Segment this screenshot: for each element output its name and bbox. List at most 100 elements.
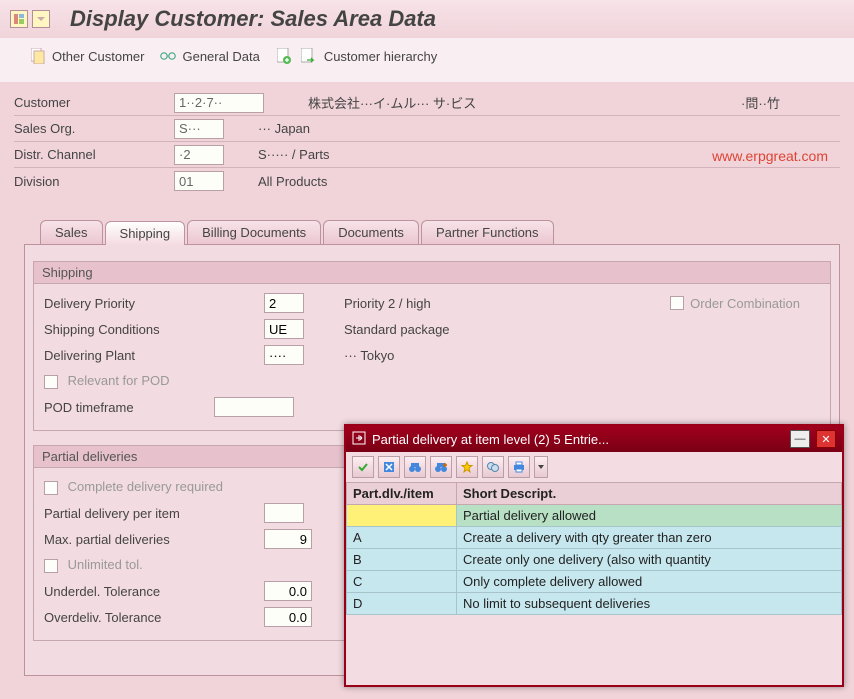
division-desc: All Products — [258, 174, 327, 189]
order-combination-checkbox[interactable]: Order Combination — [670, 296, 800, 311]
shipping-groupbox: Shipping Delivery Priority Priority 2 / … — [33, 261, 831, 431]
tab-shipping[interactable]: Shipping — [105, 221, 186, 245]
popup-row[interactable]: D No limit to subsequent deliveries — [347, 593, 842, 615]
checkbox-icon — [44, 481, 58, 495]
popup-toolbar — [346, 452, 842, 482]
sales-org-field[interactable] — [174, 119, 224, 139]
customer-hierarchy-group: Customer hierarchy — [276, 48, 437, 64]
popup-row[interactable]: C Only complete delivery allowed — [347, 571, 842, 593]
delivering-plant-field[interactable] — [264, 345, 304, 365]
print-icon[interactable] — [508, 456, 530, 478]
customer-desc2: ·問··竹 — [741, 93, 780, 112]
popup-row[interactable]: A Create a delivery with qty greater tha… — [347, 527, 842, 549]
checkbox-icon — [44, 375, 58, 389]
transaction-icon[interactable] — [10, 10, 28, 28]
dropdown-icon[interactable] — [32, 10, 50, 28]
general-data-button[interactable]: General Data — [160, 48, 259, 64]
toolbar: Other Customer General Data Customer hie… — [0, 38, 854, 82]
popup-title: Partial delivery at item level (2) 5 Ent… — [372, 432, 784, 447]
popup-cell-code — [347, 505, 457, 527]
partial-per-item-label: Partial delivery per item — [44, 506, 264, 521]
tab-partner[interactable]: Partner Functions — [421, 220, 554, 244]
popup-col-desc[interactable]: Short Descript. — [457, 483, 842, 505]
sales-org-desc: ··· Japan — [258, 121, 310, 136]
delivery-priority-field[interactable] — [264, 293, 304, 313]
cancel-icon[interactable] — [378, 456, 400, 478]
underdel-field[interactable] — [264, 581, 312, 601]
accept-icon[interactable] — [352, 456, 374, 478]
pod-timeframe-field[interactable] — [214, 397, 294, 417]
customer-label: Customer — [14, 95, 174, 110]
unlimited-tol-checkbox[interactable]: Unlimited tol. — [44, 557, 264, 573]
popup-row[interactable]: B Create only one delivery (also with qu… — [347, 549, 842, 571]
division-label: Division — [14, 174, 174, 189]
overdel-field[interactable] — [264, 607, 312, 627]
complete-delivery-label: Complete delivery required — [68, 479, 223, 494]
shipping-conditions-desc: Standard package — [344, 322, 450, 337]
favorite-icon[interactable] — [456, 456, 478, 478]
distr-channel-label: Distr. Channel — [14, 147, 174, 162]
relevant-pod-label: Relevant for POD — [68, 373, 170, 388]
distr-channel-field[interactable] — [174, 145, 224, 165]
header-form: Customer 株式会社···イ·ムル··· サ·ビス ·問··竹 Sales… — [0, 82, 854, 206]
customer-field[interactable] — [174, 93, 264, 113]
delivering-plant-label: Delivering Plant — [44, 348, 264, 363]
delivery-priority-label: Delivery Priority — [44, 296, 264, 311]
underdel-label: Underdel. Tolerance — [44, 584, 264, 599]
tab-sales[interactable]: Sales — [40, 220, 103, 244]
popup-cell-code: D — [347, 593, 457, 615]
popup-cell-desc: Create a delivery with qty greater than … — [457, 527, 842, 549]
max-partial-label: Max. partial deliveries — [44, 532, 264, 547]
title-icon-group — [10, 10, 50, 28]
checkbox-icon — [44, 559, 58, 573]
popup-cell-code: B — [347, 549, 457, 571]
popup-table: Part.dlv./item Short Descript. Partial d… — [346, 482, 842, 615]
tab-documents[interactable]: Documents — [323, 220, 419, 244]
partial-per-item-field[interactable] — [264, 503, 304, 523]
sales-org-label: Sales Org. — [14, 121, 174, 136]
general-data-label: General Data — [182, 49, 259, 64]
popup-empty-area — [346, 615, 842, 685]
complete-delivery-checkbox[interactable]: Complete delivery required — [44, 479, 264, 495]
watermark: www.erpgreat.com — [712, 148, 828, 164]
tab-strip: Sales Shipping Billing Documents Documen… — [0, 206, 854, 244]
customer-hierarchy-label: Customer hierarchy — [324, 49, 437, 64]
popup-cell-desc: Partial delivery allowed — [457, 505, 842, 527]
max-partial-field[interactable] — [264, 529, 312, 549]
popup-titlebar: Partial delivery at item level (2) 5 Ent… — [346, 426, 842, 452]
unlimited-tol-label: Unlimited tol. — [68, 557, 143, 572]
shipping-conditions-field[interactable] — [264, 319, 304, 339]
pod-timeframe-label: POD timeframe — [44, 400, 214, 415]
page-arrow-icon[interactable] — [300, 48, 316, 64]
popup-cell-desc: Create only one delivery (also with quan… — [457, 549, 842, 571]
page-plus-icon[interactable] — [276, 48, 292, 64]
popup-cell-code: C — [347, 571, 457, 593]
delivering-plant-desc: ··· Tokyo — [344, 348, 394, 363]
binoculars-plus-icon[interactable] — [430, 456, 452, 478]
minimize-button[interactable]: — — [790, 430, 810, 448]
help-icon[interactable] — [482, 456, 504, 478]
division-field[interactable] — [174, 171, 224, 191]
tab-billing[interactable]: Billing Documents — [187, 220, 321, 244]
popup-cell-desc: No limit to subsequent deliveries — [457, 593, 842, 615]
partial-delivery-popup: Partial delivery at item level (2) 5 Ent… — [344, 424, 844, 687]
binoculars-icon[interactable] — [404, 456, 426, 478]
delivery-priority-desc: Priority 2 / high — [344, 296, 431, 311]
page-title: Display Customer: Sales Area Data — [70, 6, 436, 32]
shipping-conditions-label: Shipping Conditions — [44, 322, 264, 337]
relevant-pod-checkbox[interactable]: Relevant for POD — [44, 373, 264, 389]
shipping-group-title: Shipping — [34, 262, 830, 284]
other-customer-button[interactable]: Other Customer — [30, 48, 144, 64]
overdel-label: Overdeliv. Tolerance — [44, 610, 264, 625]
dropdown-chevron-icon[interactable] — [534, 456, 548, 478]
popup-cell-code: A — [347, 527, 457, 549]
popup-row[interactable]: Partial delivery allowed — [347, 505, 842, 527]
distr-channel-desc: S····· / Parts — [258, 147, 330, 162]
popup-search-icon — [352, 431, 366, 448]
popup-col-code[interactable]: Part.dlv./item — [347, 483, 457, 505]
order-combination-label: Order Combination — [690, 296, 800, 311]
glasses-icon — [160, 48, 176, 64]
customer-desc1: 株式会社···イ·ムル··· サ·ビス — [308, 93, 476, 112]
close-button[interactable]: ✕ — [816, 430, 836, 448]
document-icon — [30, 48, 46, 64]
